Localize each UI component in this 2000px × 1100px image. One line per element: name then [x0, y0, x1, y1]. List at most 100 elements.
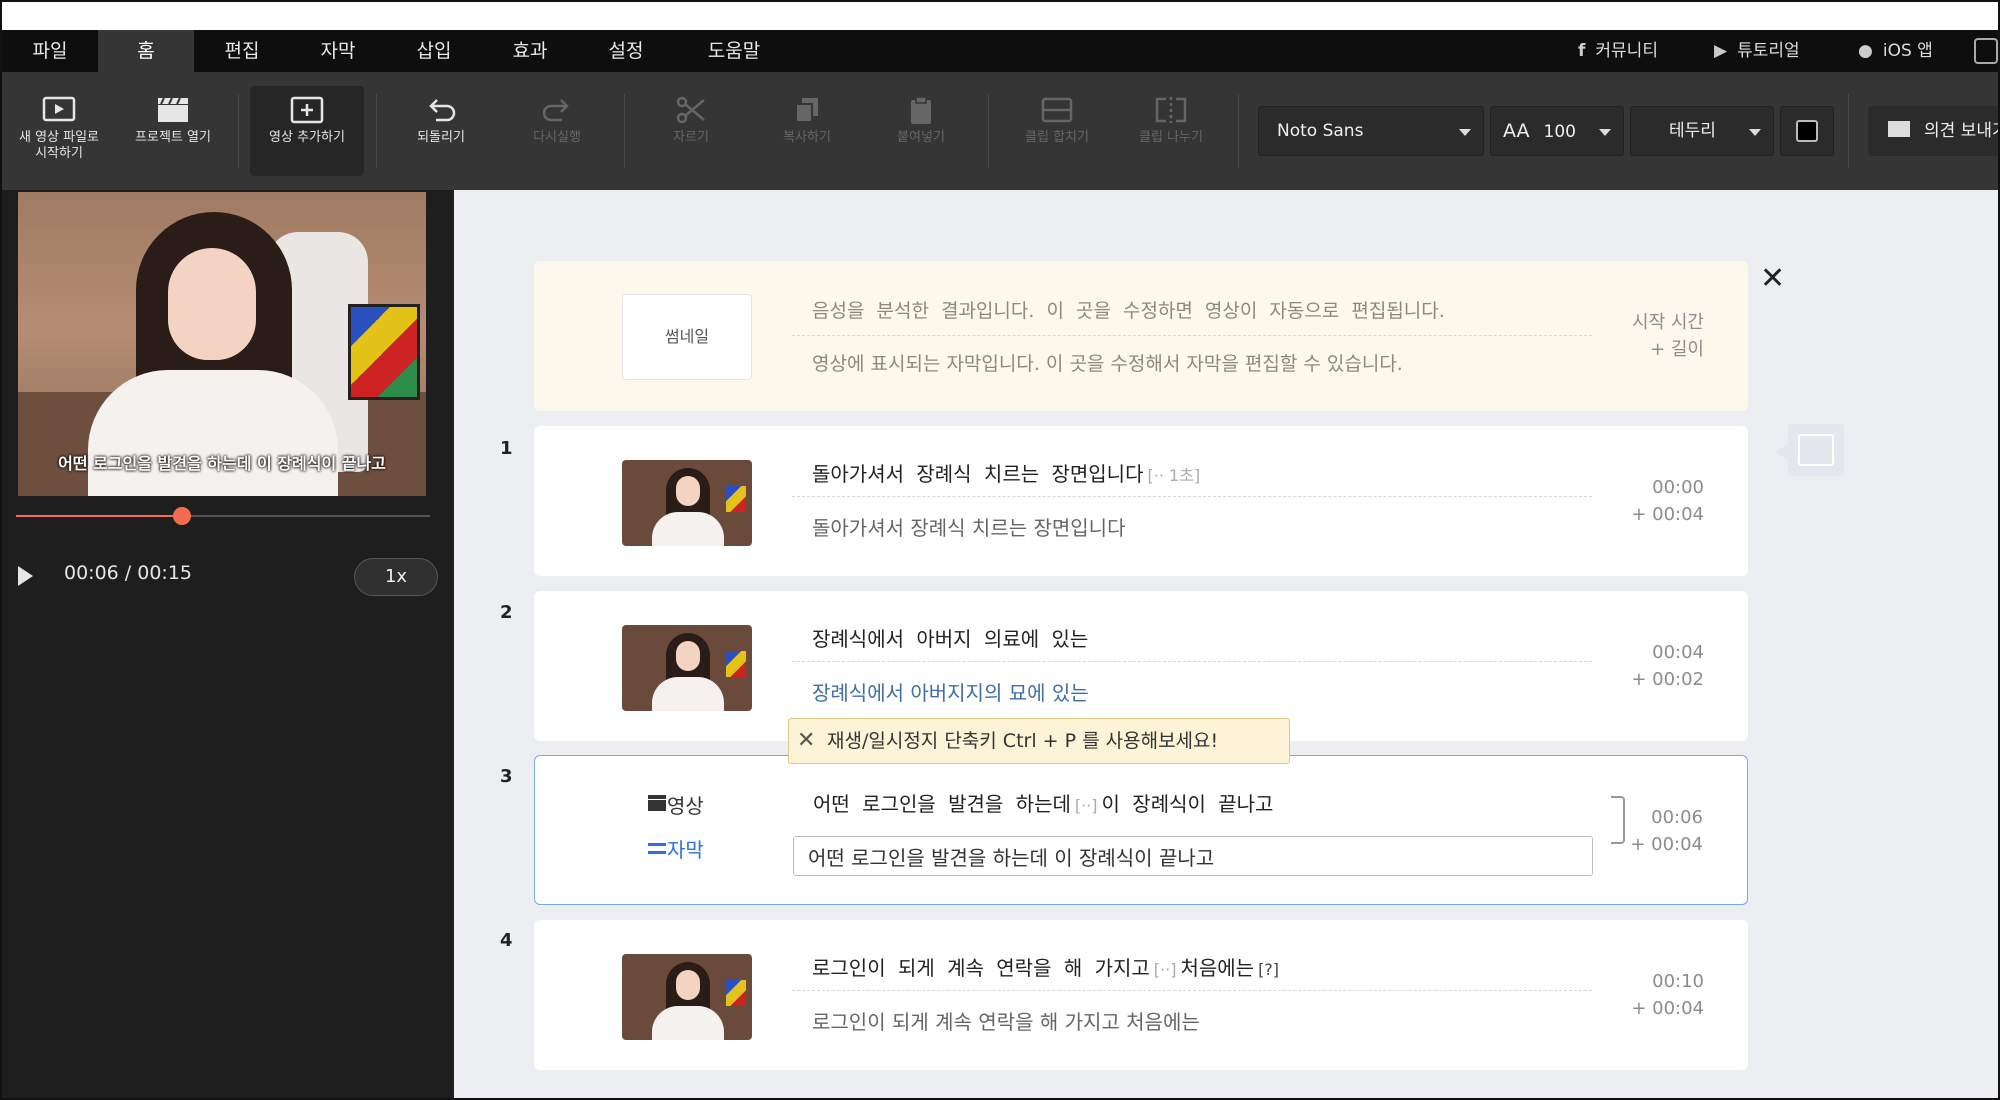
feedback-label: 의견 보내기	[1924, 121, 2000, 141]
clip-speech[interactable]: 돌아가셔서 장례식 치르는 장면입니다 [·· 1초]	[812, 458, 1204, 487]
clip-thumbnail[interactable]	[622, 954, 752, 1040]
clip-thumbnail[interactable]	[622, 625, 752, 711]
tutorial-link[interactable]: ▶ 튜토리얼	[1714, 30, 1800, 72]
paste-icon	[911, 96, 931, 124]
header-times: 시작 시간 + 길이	[1632, 309, 1704, 363]
font-size-icon: AA	[1503, 120, 1530, 142]
tab-home[interactable]: 홈	[98, 30, 194, 72]
tab-edit[interactable]: 편집	[194, 30, 290, 72]
tab-settings[interactable]: 설정	[578, 30, 674, 72]
apple-icon: ●	[1858, 41, 1873, 61]
merge-clip-button[interactable]: 클립 합치기	[1000, 86, 1114, 176]
seek-handle[interactable]	[172, 507, 191, 525]
clapperboard-icon	[158, 97, 188, 122]
undo-icon	[429, 99, 456, 122]
pause-tag[interactable]: [··]	[1075, 796, 1098, 815]
cut-button[interactable]: 자르기	[634, 86, 748, 176]
open-project-button[interactable]: 프로젝트 열기	[116, 86, 230, 176]
menu-bar: 파일 홈 편집 자막 삽입 효과 설정 도움말 f 커뮤니티 ▶ 튜토리얼 ● iOS…	[2, 30, 1998, 72]
clip-number: 2	[500, 602, 513, 623]
seek-progress	[16, 515, 182, 517]
clip-speech[interactable]: 어떤 로그인을 발견을 하는데 [··] 이 장례식이 끝나고	[813, 788, 1273, 817]
clip-subtitle[interactable]: 돌아가셔서 장례식 치르는 장면입니다	[812, 512, 1125, 541]
copy-icon	[795, 98, 818, 123]
clip-length: + 00:04	[1631, 998, 1704, 1019]
chevron-down-icon	[1599, 129, 1611, 136]
text-color-picker[interactable]	[1780, 106, 1834, 156]
community-link[interactable]: f 커뮤니티	[1578, 30, 1658, 72]
clip-length: + 00:04	[1630, 834, 1703, 855]
clip-thumbnail[interactable]	[622, 460, 752, 546]
community-label: 커뮤니티	[1595, 41, 1658, 61]
header-subtitle-hint: 영상에 표시되는 자막입니다. 이 곳을 수정해서 자막을 편집할 수 있습니다…	[812, 353, 1403, 375]
font-size-value: 100	[1543, 122, 1576, 142]
side-panel-toggle[interactable]	[1774, 424, 1844, 476]
paste-button[interactable]: 붙여넣기	[864, 86, 978, 176]
clip-number: 3	[500, 766, 513, 787]
pause-tag[interactable]: [·· 1초]	[1147, 466, 1200, 485]
redo-icon	[542, 99, 569, 122]
tab-insert[interactable]: 삽입	[386, 30, 482, 72]
header-speech-hint: 음성을 분석한 결과입니다. 이 곳을 수정하면 영상이 자동으로 편집됩니다.	[812, 300, 1445, 322]
clip-start-time: 00:06	[1651, 807, 1703, 828]
tab-file[interactable]: 파일	[2, 30, 98, 72]
clip-times: 00:10 + 00:04	[1631, 968, 1704, 1022]
outline-select[interactable]: 테두리	[1630, 106, 1774, 156]
link-bracket	[1611, 796, 1625, 844]
new-video-button[interactable]: 새 영상 파일로 시작하기	[2, 86, 116, 176]
clip-row-selected[interactable]: 영상 자막 어떤 로그인을 발견을 하는데[··]이 장례식이 끝나고 00:0…	[534, 755, 1748, 905]
clip-row[interactable]: 로그인이 되게 계속 연락을 해 가지고 [··] 처음에는 [?] 로그인이 되게 …	[534, 920, 1748, 1070]
clip-length: + 00:02	[1631, 669, 1704, 690]
video-track-label: 영상	[667, 794, 704, 818]
clip-speech[interactable]: 로그인이 되게 계속 연락을 해 가지고 [··] 처음에는 [?]	[812, 952, 1283, 981]
clip-start-time: 00:00	[1652, 477, 1704, 498]
tab-help[interactable]: 도움말	[674, 30, 794, 72]
close-icon[interactable]: ✕	[1760, 261, 1785, 296]
tab-subtitle[interactable]: 자막	[290, 30, 386, 72]
window-corner-button[interactable]	[1974, 38, 1998, 64]
play-icon[interactable]	[18, 566, 33, 586]
paste-label: 붙여넣기	[897, 130, 945, 145]
speech-text: 어떤 로그인을 발견을 하는데	[813, 792, 1071, 816]
add-video-label: 영상 추가하기	[269, 130, 345, 145]
pause-tag[interactable]: [··]	[1154, 960, 1177, 979]
close-icon[interactable]: ✕	[797, 719, 815, 763]
copy-button[interactable]: 복사하기	[750, 86, 864, 176]
add-video-icon	[290, 96, 324, 124]
clip-start-time: 00:04	[1652, 642, 1704, 663]
toolbar: 새 영상 파일로 시작하기 프로젝트 열기 영상 추가하기 되돌리기 다시실행 …	[2, 72, 2000, 190]
scissors-icon	[676, 96, 705, 124]
clip-subtitle[interactable]: 장례식에서 아버지지의 묘에 있는	[812, 677, 1089, 706]
facebook-icon: f	[1578, 41, 1586, 61]
split-clip-label: 클립 나누기	[1139, 130, 1203, 145]
clip-speech[interactable]: 장례식에서 아버지 의료에 있는	[812, 623, 1088, 652]
subtitle-track-label: 자막	[667, 838, 704, 862]
seek-bar[interactable]	[16, 507, 430, 525]
send-feedback-button[interactable]: 의견 보내기	[1868, 106, 2000, 156]
video-preview[interactable]: 어떤 로그인을 발견을 하는데 이 장례식이 끝나고	[18, 192, 426, 496]
clip-times: 00:06 + 00:04	[1630, 804, 1703, 858]
clapperboard-icon	[647, 794, 667, 816]
color-swatch	[1796, 120, 1818, 142]
undo-label: 되돌리기	[417, 130, 465, 145]
font-family-select[interactable]: Noto Sans	[1258, 106, 1484, 156]
youtube-icon: ▶	[1714, 41, 1728, 61]
playback-speed-button[interactable]: 1x	[354, 558, 438, 596]
clip-subtitle[interactable]: 로그인이 되게 계속 연락을 해 가지고 처음에는	[812, 1006, 1200, 1035]
app-window: 파일 홈 편집 자막 삽입 효과 설정 도움말 f 커뮤니티 ▶ 튜토리얼 ● iOS…	[0, 0, 2000, 1100]
start-time-label: 시작 시간	[1632, 312, 1704, 333]
ios-app-label: iOS 앱	[1882, 41, 1933, 61]
undo-button[interactable]: 되돌리기	[384, 86, 498, 176]
unknown-tag[interactable]: [?]	[1258, 960, 1279, 979]
chevron-down-icon	[1749, 129, 1761, 136]
tab-effects[interactable]: 효과	[482, 30, 578, 72]
subtitle-edit-field[interactable]	[793, 836, 1593, 876]
clip-row[interactable]: 돌아가셔서 장례식 치르는 장면입니다 [·· 1초] 돌아가셔서 장례식 치르는…	[534, 426, 1748, 576]
font-size-select[interactable]: AA 100	[1490, 106, 1624, 156]
tutorial-label: 튜토리얼	[1737, 41, 1800, 61]
ios-app-link[interactable]: ● iOS 앱	[1858, 30, 1933, 72]
clip-times: 00:04 + 00:02	[1631, 639, 1704, 693]
redo-button[interactable]: 다시실행	[500, 86, 614, 176]
add-video-button[interactable]: 영상 추가하기	[250, 86, 364, 176]
split-clip-button[interactable]: 클립 나누기	[1114, 86, 1228, 176]
